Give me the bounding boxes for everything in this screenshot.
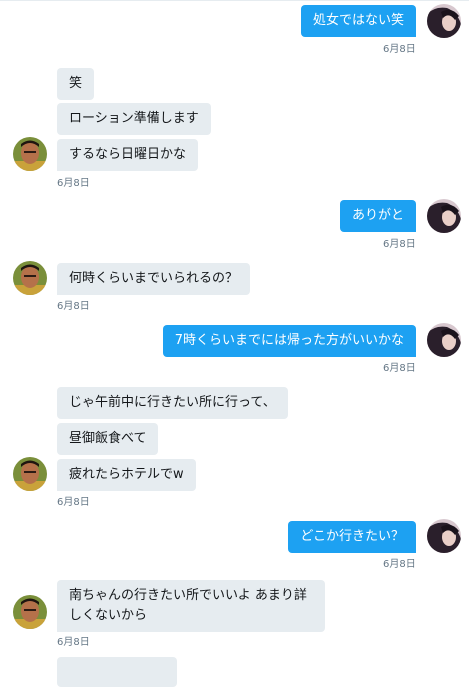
message-bubble-incoming[interactable]: 何時くらいまでいられるの？ (57, 263, 251, 295)
self-avatar-icon[interactable] (427, 519, 461, 553)
message-bubble-incoming[interactable]: 笑 (57, 68, 95, 100)
message-timestamp: 6月8日 (57, 637, 90, 648)
message-timestamp: 6月8日 (383, 44, 416, 55)
message-bubble-incoming[interactable]: じゃ午前中に行きたい所に行って、 (57, 387, 288, 419)
message-bubble-outgoing[interactable]: 7時くらいまでには帰った方がいいかな (162, 325, 416, 357)
message-timestamp: 6月8日 (57, 497, 90, 508)
message-timestamp: 6月8日 (383, 559, 416, 570)
message-bubble-outgoing[interactable]: 処女ではない笑 (300, 5, 416, 37)
contact-avatar-icon[interactable] (13, 457, 47, 491)
message-bubble-incoming[interactable]: 疲れたらホテルでw (57, 459, 196, 491)
self-avatar-icon[interactable] (427, 323, 461, 357)
message-timestamp: 6月8日 (57, 301, 90, 312)
message-bubble-incoming[interactable]: するなら日曜日かな (57, 139, 199, 171)
message-bubble-incoming[interactable]: 南ちゃんの行きたい所でいいよ あまり詳しくないから (57, 580, 325, 632)
top-divider (0, 0, 469, 1)
message-bubble-outgoing[interactable]: ありがと (339, 200, 416, 232)
message-timestamp: 6月8日 (383, 363, 416, 374)
message-bubble-outgoing[interactable]: どこか行きたい？ (288, 521, 416, 553)
contact-avatar-icon[interactable] (13, 137, 47, 171)
message-timestamp: 6月8日 (57, 178, 90, 189)
contact-avatar-icon[interactable] (13, 595, 47, 629)
message-timestamp: 6月8日 (383, 239, 416, 250)
contact-avatar-icon[interactable] (13, 261, 47, 295)
message-bubble-incoming[interactable]: 昼御飯食べて (57, 423, 159, 455)
self-avatar-icon[interactable] (427, 4, 461, 38)
self-avatar-icon[interactable] (427, 199, 461, 233)
message-bubble-incoming[interactable]: ローション準備します (57, 103, 211, 135)
message-bubble-incoming-partial[interactable] (57, 657, 177, 687)
